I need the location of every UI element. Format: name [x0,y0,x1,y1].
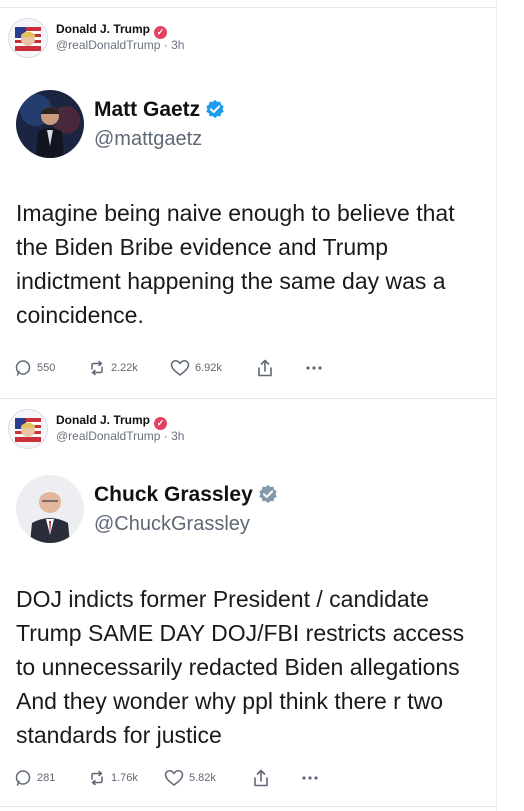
share-button[interactable] [252,767,275,789]
action-bar: 281 1.76k 5.82k [14,767,344,789]
truth-post[interactable]: Donald J. Trump ✓ @realDonaldTrump · 3h C… [0,409,496,799]
repost-count: 1.76k [111,772,138,784]
poster-name-text[interactable]: Donald J. Trump [56,22,150,36]
share-icon [254,769,268,787]
poster-handle[interactable]: @realDonaldTrump · 3h [56,38,184,52]
scrollbar-rail[interactable] [496,0,524,811]
like-button[interactable]: 5.82k [164,767,216,789]
heart-icon [170,360,190,376]
avatar[interactable] [8,409,48,449]
poster-name[interactable]: Donald J. Trump ✓ [56,413,168,430]
share-button[interactable] [256,357,279,379]
embedded-handle[interactable]: @ChuckGrassley [94,513,250,536]
embedded-name[interactable]: Matt Gaetz [94,98,225,122]
divider [0,806,496,807]
repost-count: 2.22k [111,362,138,374]
reply-icon [15,770,31,786]
embedded-handle[interactable]: @mattgaetz [94,128,202,151]
poster-name-text[interactable]: Donald J. Trump [56,413,150,427]
more-icon [306,366,322,370]
more-options-button[interactable] [300,767,325,789]
embedded-name[interactable]: Chuck Grassley [94,483,278,507]
verified-blue-icon [206,99,224,119]
divider [0,7,496,8]
share-icon [258,359,272,377]
repost-icon [91,360,103,376]
embedded-avatar[interactable] [16,90,84,158]
repost-icon [91,770,103,786]
heart-icon [164,770,184,786]
post-text: DOJ indicts former President / candidate… [16,586,465,748]
repost-button[interactable]: 1.76k [88,767,138,789]
action-bar: 550 2.22k 6.92k [14,357,344,379]
embedded-name-text[interactable]: Chuck Grassley [94,483,253,506]
reply-count: 550 [37,362,56,374]
like-count: 5.82k [189,772,216,784]
verified-gray-icon [259,484,277,504]
avatar[interactable] [8,18,48,58]
repost-button[interactable]: 2.22k [88,357,138,379]
embedded-author[interactable]: Matt Gaetz @mattgaetz [16,90,486,166]
like-count: 6.92k [195,362,222,374]
poster-name[interactable]: Donald J. Trump ✓ [56,22,168,39]
embedded-avatar[interactable] [16,475,84,543]
more-icon [302,776,318,780]
like-button[interactable]: 6.92k [170,357,222,379]
poster-handle[interactable]: @realDonaldTrump · 3h [56,429,184,443]
reply-icon [15,360,31,376]
embedded-author[interactable]: Chuck Grassley @ChuckGrassley [16,475,486,551]
divider [0,398,496,399]
truth-post[interactable]: Donald J. Trump ✓ @realDonaldTrump · 3h M… [0,18,496,388]
embedded-name-text[interactable]: Matt Gaetz [94,98,200,121]
reply-button[interactable]: 550 [14,357,55,379]
reply-count: 281 [37,772,56,784]
feed: Donald J. Trump ✓ @realDonaldTrump · 3h M… [0,0,496,811]
more-options-button[interactable] [304,357,329,379]
post-text: Imagine being naive enough to believe th… [16,200,455,328]
reply-button[interactable]: 281 [14,767,55,789]
